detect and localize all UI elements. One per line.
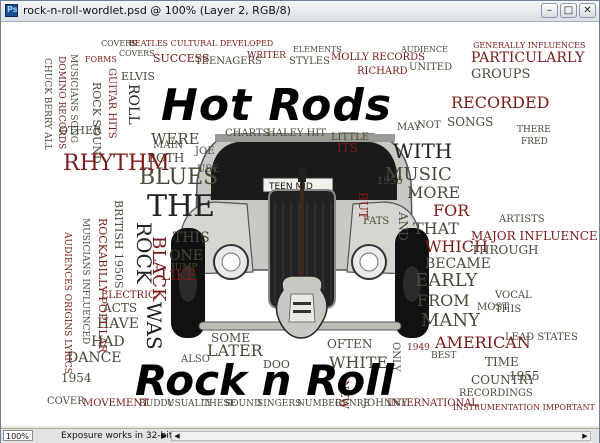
svg-text:1955: 1955 — [509, 369, 540, 383]
svg-text:THIS: THIS — [173, 230, 210, 246]
svg-text:ITS: ITS — [337, 141, 358, 155]
minimize-button[interactable]: – — [541, 3, 558, 18]
svg-text:STYLES: STYLES — [289, 56, 330, 67]
svg-text:EARLY: EARLY — [415, 270, 478, 291]
svg-text:WRITER: WRITER — [247, 51, 286, 61]
svg-text:SONGS: SONGS — [447, 115, 493, 129]
svg-text:GUITAR HITS: GUITAR HITS — [106, 68, 117, 139]
svg-text:MAJOR INFLUENCE: MAJOR INFLUENCE — [471, 229, 598, 243]
scroll-left-icon[interactable]: ◀ — [172, 432, 182, 440]
license-plate: TEEN MID — [268, 182, 313, 192]
svg-text:JOE: JOE — [194, 146, 215, 157]
svg-text:RECORDED: RECORDED — [451, 93, 549, 112]
svg-text:LEAD STATES: LEAD STATES — [505, 332, 578, 343]
svg-text:ELVIS: ELVIS — [121, 70, 155, 83]
svg-text:OFTEN: OFTEN — [327, 337, 372, 351]
title-bar[interactable]: Ps rock-n-roll-wordlet.psd @ 100% (Layer… — [1, 1, 599, 22]
svg-text:RICHARD: RICHARD — [357, 66, 408, 77]
document-window: Ps rock-n-roll-wordlet.psd @ 100% (Layer… — [0, 0, 600, 443]
svg-text:BUT: BUT — [356, 192, 370, 219]
svg-text:COVERS: COVERS — [119, 49, 155, 58]
svg-text:MUSICIANS INFLUENCED: MUSICIANS INFLUENCED — [80, 218, 90, 344]
svg-text:GROUPS: GROUPS — [471, 67, 530, 82]
close-button[interactable]: ✕ — [579, 3, 596, 18]
headline-hot-rods: Hot Rods — [161, 80, 392, 131]
svg-text:ARTISTS: ARTISTS — [498, 214, 545, 225]
svg-text:FROM: FROM — [417, 291, 470, 310]
svg-text:PARTICULARLY: PARTICULARLY — [471, 50, 585, 66]
svg-text:VOCAL: VOCAL — [494, 290, 532, 301]
svg-text:1949: 1949 — [407, 343, 430, 353]
svg-text:THROUGH: THROUGH — [471, 243, 539, 257]
svg-text:MANY: MANY — [421, 310, 481, 331]
svg-text:ROLL: ROLL — [125, 84, 141, 125]
svg-text:FRED: FRED — [521, 137, 548, 147]
svg-text:RHYTHM: RHYTHM — [63, 151, 170, 176]
svg-text:THERE: THERE — [517, 125, 551, 135]
svg-text:AND: AND — [396, 211, 410, 241]
svg-text:WAS: WAS — [142, 302, 166, 350]
svg-text:BLACK: BLACK — [148, 236, 169, 302]
svg-text:ONE: ONE — [169, 248, 203, 264]
document-title: rock-n-roll-wordlet.psd @ 100% (Layer 2,… — [23, 4, 291, 17]
svg-text:CHUCK BERRY ALL: CHUCK BERRY ALL — [42, 58, 52, 151]
svg-text:THAT: THAT — [413, 219, 459, 238]
svg-text:MAIN: MAIN — [153, 140, 183, 151]
svg-text:BEATLES CULTURAL DEVELOPED: BEATLES CULTURAL DEVELOPED — [129, 39, 273, 48]
svg-text:THE: THE — [147, 189, 215, 224]
artwork: CHUCK BERRY ALL DOMINO RECORDS MUSICIANS… — [1, 22, 599, 426]
svg-text:AUDIENCE: AUDIENCE — [400, 45, 448, 54]
svg-text:AUDIENCES ORIGINS LYRICS: AUDIENCES ORIGINS LYRICS — [62, 231, 72, 374]
status-menu-arrow-icon[interactable]: ▶ — [161, 430, 167, 442]
svg-text:OTHER: OTHER — [59, 124, 102, 137]
svg-text:FORMS: FORMS — [85, 55, 117, 64]
svg-text:FOR: FOR — [433, 201, 470, 220]
svg-text:USE: USE — [197, 164, 220, 175]
svg-text:ROCKABILLY POPULAR: ROCKABILLY POPULAR — [96, 218, 109, 354]
svg-text:BEST: BEST — [431, 351, 456, 361]
photoshop-icon: Ps — [5, 4, 18, 17]
restore-button[interactable]: □ — [560, 3, 577, 18]
svg-text:NOT: NOT — [417, 120, 441, 131]
zoom-level-field[interactable]: 100% — [3, 430, 33, 441]
svg-text:1956: 1956 — [377, 176, 402, 187]
status-bar: 100% Exposure works in 32-bit only ▶ ◀ ▶ — [1, 428, 599, 443]
svg-text:GENERALLY INFLUENCES: GENERALLY INFLUENCES — [473, 41, 585, 50]
svg-text:MORE: MORE — [407, 183, 460, 202]
svg-text:COVER: COVER — [47, 396, 85, 407]
svg-text:DANCE: DANCE — [67, 350, 122, 366]
headline-rock-n-roll: Rock n Roll — [135, 356, 395, 405]
svg-text:BRITISH 1950S: BRITISH 1950S — [112, 200, 125, 289]
svg-text:UNITED: UNITED — [409, 62, 452, 73]
svg-text:FATS: FATS — [363, 216, 389, 227]
svg-text:WITH: WITH — [393, 139, 452, 163]
horizontal-scrollbar[interactable]: ◀ ▶ — [171, 431, 591, 441]
document-canvas[interactable]: CHUCK BERRY ALL DOMINO RECORDS MUSICIANS… — [1, 22, 599, 426]
svg-text:TIME: TIME — [485, 355, 519, 369]
svg-text:THIS: THIS — [495, 304, 521, 315]
scroll-right-icon[interactable]: ▶ — [580, 432, 590, 440]
